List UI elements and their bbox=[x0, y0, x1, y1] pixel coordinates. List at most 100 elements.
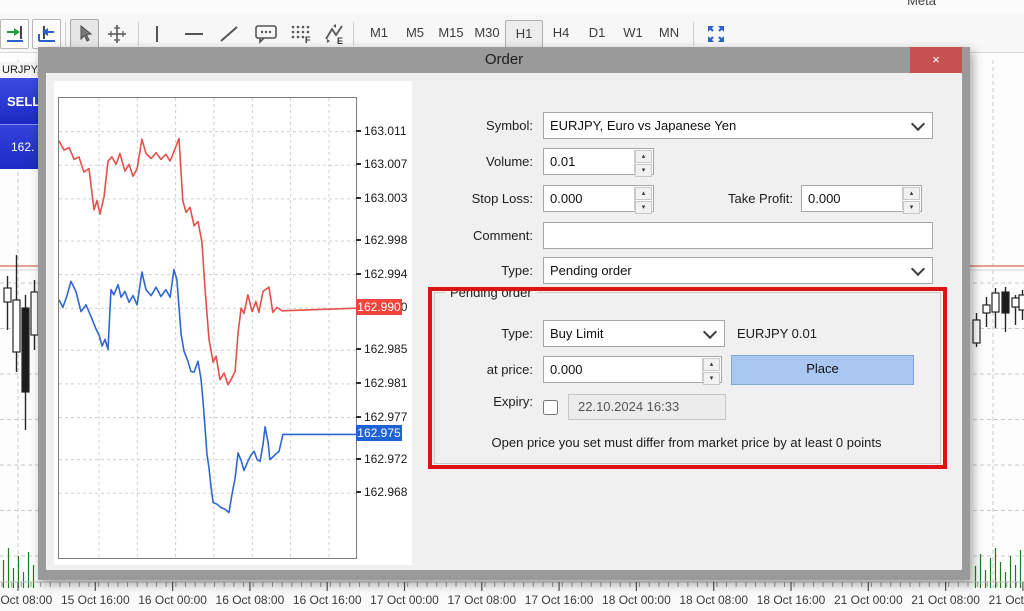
timeframe-m5[interactable]: M5 bbox=[397, 20, 433, 46]
price-axis-label: 162.972 bbox=[364, 453, 407, 465]
toolbar-separator bbox=[138, 22, 139, 46]
volume-input-wrap: ▴ ▾ bbox=[543, 148, 654, 175]
application-window: Meta bbox=[0, 0, 1024, 611]
price-axis-label: 162.994 bbox=[364, 268, 407, 280]
timeframe-h4[interactable]: H4 bbox=[543, 20, 579, 46]
toolbar-separator bbox=[65, 22, 66, 46]
fullscreen-button[interactable] bbox=[702, 20, 729, 48]
bid-price-badge: 162.975 bbox=[356, 425, 402, 441]
timeframe-h1[interactable]: H1 bbox=[505, 20, 543, 48]
toolbar-separator bbox=[353, 22, 354, 46]
auto-scroll-icon bbox=[5, 24, 25, 44]
comment-input-wrap bbox=[543, 222, 933, 249]
price-axis-tick bbox=[356, 348, 361, 350]
price-axis-tick bbox=[356, 130, 361, 132]
spin-down-icon[interactable]: ▾ bbox=[903, 201, 920, 214]
indicators-icon: F bbox=[289, 23, 313, 45]
order-type-label: Type: bbox=[426, 257, 533, 284]
price-axis-label: 162.968 bbox=[364, 486, 407, 498]
chevron-down-icon bbox=[911, 261, 925, 275]
time-axis-label: 16 Oct 00:00 bbox=[133, 593, 213, 607]
auto-scroll-button[interactable] bbox=[0, 19, 29, 49]
horizontal-line-tool-button[interactable] bbox=[180, 20, 207, 48]
time-axis-label: 21 Oct 16:00 bbox=[983, 593, 1024, 607]
price-axis-tick bbox=[356, 239, 361, 241]
svg-text:E: E bbox=[337, 36, 343, 45]
trendline-icon bbox=[218, 24, 240, 44]
cursor-tool-button[interactable] bbox=[70, 19, 99, 49]
text-label-tool-button[interactable] bbox=[252, 20, 279, 48]
take-profit-label: Take Profit: bbox=[686, 185, 793, 212]
price-axis-label: 163.003 bbox=[364, 192, 407, 204]
timeframe-m1[interactable]: M1 bbox=[361, 20, 397, 46]
time-axis-label: 17 Oct 16:00 bbox=[519, 593, 599, 607]
sell-price-partial: 162. bbox=[0, 125, 38, 169]
spin-up-icon[interactable]: ▴ bbox=[903, 187, 920, 200]
price-axis-tick bbox=[356, 382, 361, 384]
timeframe-bar: M1M5M15M30H1H4D1W1MN bbox=[361, 20, 687, 48]
timeframe-w1[interactable]: W1 bbox=[615, 20, 651, 46]
price-axis-label: 163.007 bbox=[364, 158, 407, 170]
quote-symbol-partial: URJPY, bbox=[0, 62, 38, 78]
comment-label: Comment: bbox=[426, 222, 533, 249]
spin-up-icon[interactable]: ▴ bbox=[635, 187, 652, 200]
order-type-select[interactable]: Pending order bbox=[543, 257, 933, 284]
time-axis-label: 18 Oct 08:00 bbox=[674, 593, 754, 607]
symbol-select-value: EURJPY, Euro vs Japanese Yen bbox=[550, 118, 736, 133]
svg-text:F: F bbox=[305, 35, 311, 45]
spin-up-icon[interactable]: ▴ bbox=[635, 150, 652, 163]
price-axis-tick bbox=[356, 197, 361, 199]
vertical-line-icon bbox=[148, 24, 166, 44]
spin-down-icon[interactable]: ▾ bbox=[635, 164, 652, 177]
symbol-label: Symbol: bbox=[426, 112, 533, 139]
sell-button[interactable]: SELL bbox=[0, 78, 38, 125]
price-axis-tick bbox=[356, 163, 361, 165]
dialog-close-button[interactable]: × bbox=[910, 47, 962, 73]
trendline-tool-button[interactable] bbox=[215, 20, 242, 48]
comment-input[interactable] bbox=[544, 223, 932, 248]
time-axis-label: 15 Oct 16:00 bbox=[55, 593, 135, 607]
toolbar-separator bbox=[693, 22, 694, 46]
fullscreen-icon bbox=[706, 24, 726, 44]
chart-shift-icon bbox=[37, 24, 57, 44]
time-axis-label: 16 Oct 08:00 bbox=[210, 593, 290, 607]
timeframe-d1[interactable]: D1 bbox=[579, 20, 615, 46]
timeframe-m15[interactable]: M15 bbox=[433, 20, 469, 46]
symbol-select[interactable]: EURJPY, Euro vs Japanese Yen bbox=[543, 112, 933, 139]
stop-loss-input-wrap: ▴ ▾ bbox=[543, 185, 654, 212]
time-axis-label: 18 Oct 16:00 bbox=[751, 593, 831, 607]
expert-advisors-icon: E bbox=[322, 23, 346, 45]
timeframe-mn[interactable]: MN bbox=[651, 20, 687, 46]
chart-shift-button[interactable] bbox=[32, 19, 61, 49]
text-balloon-icon bbox=[254, 23, 278, 45]
ask-price-badge: 162.990 bbox=[356, 299, 402, 315]
spin-down-icon[interactable]: ▾ bbox=[635, 201, 652, 214]
price-axis-tick bbox=[356, 416, 361, 418]
one-click-trading-panel: URJPY, SELL 162. bbox=[0, 62, 38, 170]
expert-advisors-button[interactable]: E bbox=[320, 20, 347, 48]
highlight-rectangle bbox=[428, 287, 947, 469]
chevron-down-icon bbox=[911, 116, 925, 130]
price-axis-tick bbox=[356, 273, 361, 275]
price-axis-tick bbox=[356, 491, 361, 493]
price-axis-label: 162.998 bbox=[364, 234, 407, 246]
volume-label: Volume: bbox=[426, 148, 533, 175]
time-axis-label: 17 Oct 08:00 bbox=[442, 593, 522, 607]
price-axis-label: 162.981 bbox=[364, 377, 407, 389]
price-axis-label: 163.011 bbox=[364, 125, 407, 137]
time-axis-label: 18 Oct 00:00 bbox=[596, 593, 676, 607]
time-axis-label: 15 Oct 08:00 bbox=[0, 593, 58, 607]
indicators-button[interactable]: F bbox=[287, 20, 314, 48]
price-axis-label: 162.977 bbox=[364, 411, 407, 423]
time-axis-label: 16 Oct 16:00 bbox=[287, 593, 367, 607]
dialog-title: Order bbox=[38, 47, 970, 73]
crosshair-tool-button[interactable] bbox=[103, 20, 130, 48]
vertical-line-tool-button[interactable] bbox=[143, 20, 170, 48]
stop-loss-label: Stop Loss: bbox=[426, 185, 533, 212]
tick-chart-svg bbox=[59, 98, 356, 558]
time-axis-label: 21 Oct 08:00 bbox=[906, 593, 986, 607]
time-axis-label: 17 Oct 00:00 bbox=[365, 593, 445, 607]
order-type-select-value: Pending order bbox=[550, 263, 632, 278]
timeframe-m30[interactable]: M30 bbox=[469, 20, 505, 46]
time-axis-label: 21 Oct 00:00 bbox=[828, 593, 908, 607]
